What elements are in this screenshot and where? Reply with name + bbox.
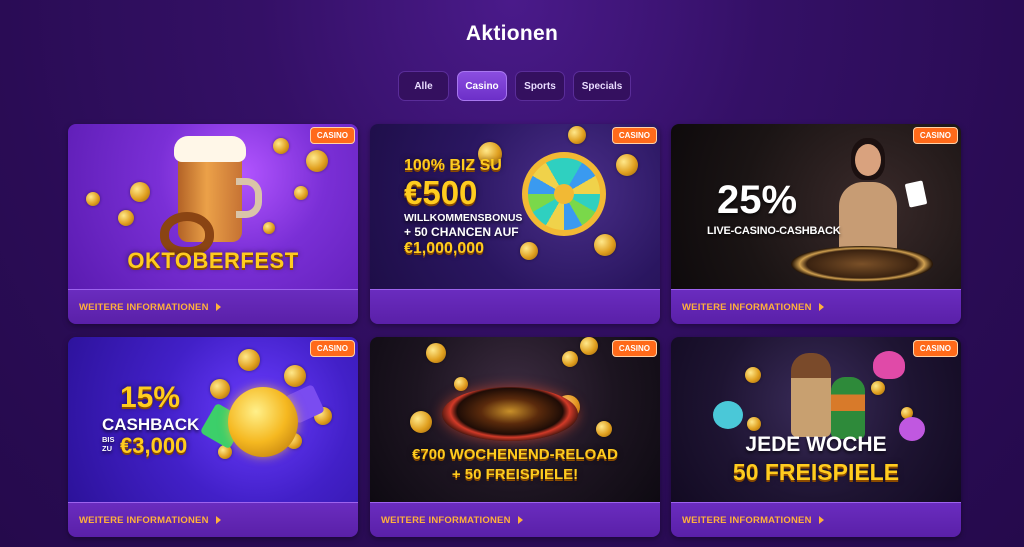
category-badge: CASINO bbox=[912, 340, 958, 357]
promo-banner[interactable]: 15% CASHBACK BIS ZU €3,000 bbox=[68, 337, 358, 502]
play-arrow-icon bbox=[215, 303, 221, 311]
promo-card-oktoberfest[interactable]: OKTOBERFEST CASINO WEITERE INFORMATIONEN bbox=[68, 124, 358, 324]
more-info-label: WEITERE INFORMATIONEN bbox=[79, 301, 209, 313]
more-info-link[interactable]: WEITERE INFORMATIONEN bbox=[671, 502, 961, 537]
more-info-link[interactable]: WEITERE INFORMATIONEN bbox=[370, 502, 660, 537]
tab-specials[interactable]: Specials bbox=[573, 71, 631, 101]
promo-banner[interactable]: 25% LIVE-CASINO-CASHBACK bbox=[671, 124, 961, 289]
banner-line-2: + 50 FREISPIELE! bbox=[451, 466, 579, 483]
banner-line-1: JEDE WOCHE bbox=[745, 433, 887, 456]
promo-banner[interactable]: 100% BIZ SU €500 WILLKOMMENSBONUS + 50 C… bbox=[370, 124, 660, 289]
monster-icon bbox=[873, 351, 905, 379]
promo-banner[interactable]: OKTOBERFEST bbox=[68, 124, 358, 289]
banner-line-3: WILLKOMMENSBONUS bbox=[404, 212, 523, 224]
banner-line-5: €1,000,000 bbox=[404, 240, 485, 257]
promo-card-live-cashback[interactable]: 25% LIVE-CASINO-CASHBACK CASINO WEITERE … bbox=[671, 124, 961, 324]
leprechaun-figure bbox=[831, 377, 865, 439]
banner-percent: 25% bbox=[717, 178, 798, 222]
banner-line-4: + 50 CHANCEN AUF bbox=[404, 225, 519, 239]
category-badge: CASINO bbox=[912, 127, 958, 144]
banner-amount: €500 bbox=[404, 174, 478, 211]
promo-card-cashback[interactable]: 15% CASHBACK BIS ZU €3,000 CASINO WEITER… bbox=[68, 337, 358, 537]
promo-filter-tabs: Alle Casino Sports Specials bbox=[398, 71, 631, 101]
more-info-label: WEITERE INFORMATIONEN bbox=[682, 301, 812, 313]
promo-card-weekend-reload[interactable]: €700 WOCHENEND-RELOAD + 50 FREISPIELE! C… bbox=[370, 337, 660, 537]
roulette-wheel-icon bbox=[791, 246, 933, 282]
category-badge: CASINO bbox=[309, 340, 355, 357]
playing-cards-icon bbox=[904, 180, 928, 208]
category-badge: CASINO bbox=[309, 127, 355, 144]
tab-alle[interactable]: Alle bbox=[398, 71, 449, 101]
promo-card-weekly-free-spins[interactable]: JEDE WOCHE 50 FREISPIELE CASINO WEITERE … bbox=[671, 337, 961, 537]
promo-banner[interactable]: €700 WOCHENEND-RELOAD + 50 FREISPIELE! bbox=[370, 337, 660, 502]
monster-icon bbox=[713, 401, 743, 429]
banner-subtitle: LIVE-CASINO-CASHBACK bbox=[707, 225, 841, 237]
adventurer-figure bbox=[791, 353, 831, 437]
category-badge: CASINO bbox=[611, 340, 657, 357]
banner-headline: OKTOBERFEST bbox=[127, 248, 299, 273]
tab-casino[interactable]: Casino bbox=[457, 71, 507, 101]
banner-amount: €3,000 bbox=[120, 433, 188, 458]
play-arrow-icon bbox=[818, 516, 824, 524]
banner-cashback: CASHBACK bbox=[102, 415, 200, 434]
play-arrow-icon bbox=[215, 516, 221, 524]
more-info-link[interactable]: WEITERE INFORMATIONEN bbox=[68, 289, 358, 324]
banner-percent: 15% bbox=[120, 381, 181, 414]
banner-upto: BIS ZU bbox=[102, 435, 115, 453]
tab-sports[interactable]: Sports bbox=[515, 71, 565, 101]
more-info-label: WEITERE INFORMATIONEN bbox=[381, 514, 511, 526]
banner-line-1: 100% BIZ SU bbox=[404, 157, 502, 174]
play-arrow-icon bbox=[517, 516, 523, 524]
more-info-link[interactable]: WEITERE INFORMATIONEN bbox=[671, 289, 961, 324]
more-info-link[interactable]: WEITERE INFORMATIONEN bbox=[68, 502, 358, 537]
crown-coin-icon bbox=[228, 387, 298, 457]
prize-wheel-icon bbox=[522, 152, 606, 236]
card-footer[interactable] bbox=[370, 289, 660, 324]
dealer-figure bbox=[833, 138, 903, 258]
banner-line-1: €700 WOCHENEND-RELOAD bbox=[412, 446, 618, 463]
category-badge: CASINO bbox=[611, 127, 657, 144]
play-arrow-icon bbox=[818, 303, 824, 311]
more-info-label: WEITERE INFORMATIONEN bbox=[682, 514, 812, 526]
more-info-label: WEITERE INFORMATIONEN bbox=[79, 514, 209, 526]
banner-line-2: 50 FREISPIELE bbox=[732, 459, 900, 485]
promo-card-welcome-bonus[interactable]: 100% BIZ SU €500 WILLKOMMENSBONUS + 50 C… bbox=[370, 124, 660, 324]
promo-banner[interactable]: JEDE WOCHE 50 FREISPIELE bbox=[671, 337, 961, 502]
roulette-wheel-icon bbox=[442, 387, 578, 441]
page-title: Aktionen bbox=[465, 22, 559, 45]
